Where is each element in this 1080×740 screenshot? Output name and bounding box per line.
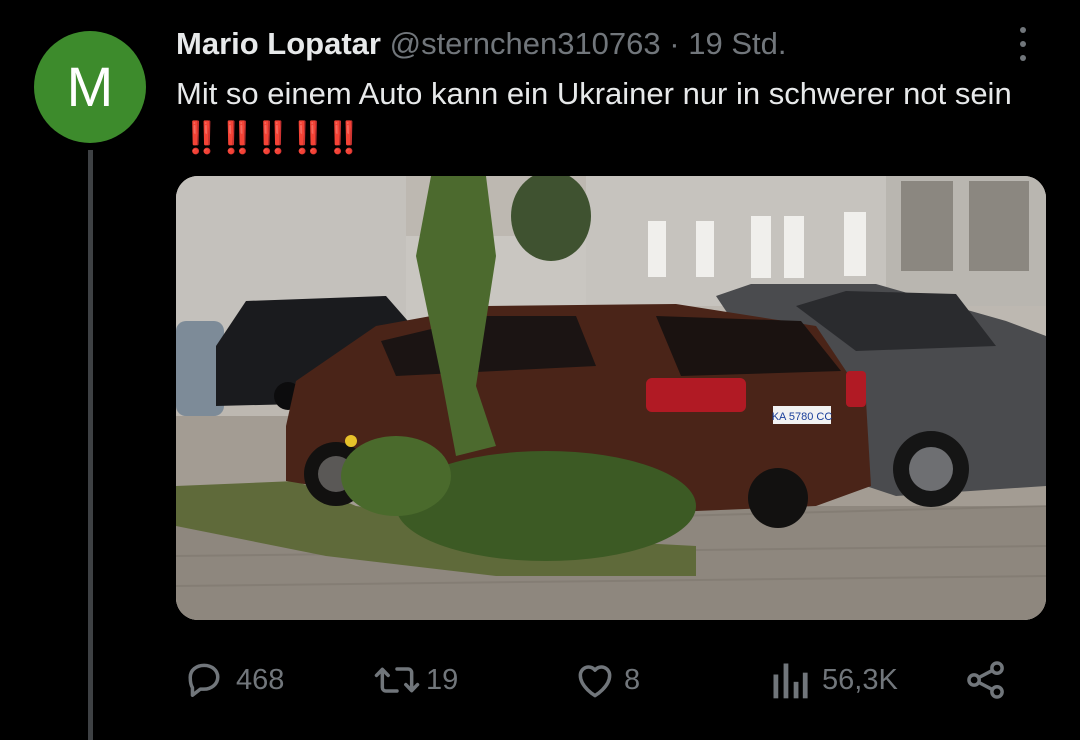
separator-dot: ·	[669, 26, 680, 61]
avatar[interactable]: M	[34, 31, 146, 143]
reply-button[interactable]: 468	[182, 650, 284, 710]
retweet-button[interactable]: 19	[372, 650, 458, 710]
avatar-letter: M	[66, 55, 114, 118]
license-plate: KA 5780 CC	[772, 411, 833, 423]
reply-icon	[182, 658, 226, 702]
views-button[interactable]: 56,3K	[770, 650, 898, 710]
author-handle[interactable]: @sternchen310763	[390, 26, 661, 61]
tweet-text: Mit so einem Auto kann ein Ukrainer nur …	[176, 72, 1036, 160]
double-exclamation-emoji: ‼️‼️‼️‼️‼️	[182, 120, 363, 155]
tweet-photo[interactable]: KA 5780 CC	[176, 176, 1046, 620]
thread-line	[88, 150, 93, 740]
views-icon	[770, 658, 810, 702]
tweet-header: Mario Lopatar @sternchen310763 · 19 Std.	[176, 26, 786, 62]
retweet-count: 19	[426, 663, 459, 696]
author-name[interactable]: Mario Lopatar	[176, 26, 381, 61]
heart-icon	[572, 658, 618, 702]
share-icon	[964, 658, 1008, 702]
more-options-icon[interactable]	[1010, 24, 1036, 64]
like-button[interactable]: 8	[572, 650, 640, 710]
tweet-body: Mit so einem Auto kann ein Ukrainer nur …	[176, 76, 1012, 111]
timestamp[interactable]: 19 Std.	[688, 26, 786, 61]
reply-count: 468	[236, 663, 285, 696]
photo-scene: KA 5780 CC	[176, 176, 1046, 620]
share-button[interactable]	[964, 650, 1008, 710]
like-count: 8	[624, 663, 641, 696]
action-bar: 468 19 8 56,3K	[176, 650, 1036, 710]
views-count: 56,3K	[822, 663, 898, 696]
retweet-icon	[372, 658, 422, 702]
tweet: M Mario Lopatar @sternchen310763 · 19 St…	[0, 0, 1080, 740]
